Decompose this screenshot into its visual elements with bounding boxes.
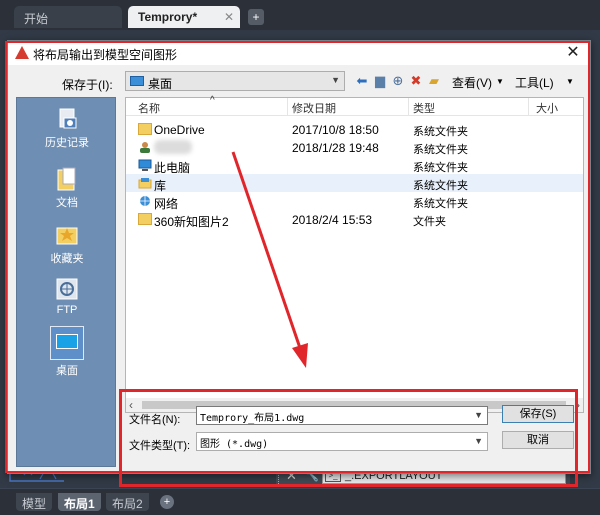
view-menu[interactable]: 查看(V): [452, 74, 492, 91]
network-icon: [138, 195, 152, 207]
file-type: 系统文件夹: [413, 198, 468, 210]
chevron-down-icon: ▼: [474, 436, 483, 446]
column-divider[interactable]: [408, 98, 409, 116]
file-row-network[interactable]: 网络 系统文件夹: [126, 192, 583, 211]
layout-tab-layout2[interactable]: 布局2: [106, 493, 149, 511]
document-tab-bar: 开始 Temprory* ✕ +: [0, 0, 600, 30]
back-icon[interactable]: ⬅: [354, 72, 370, 90]
library-icon: [138, 177, 152, 189]
column-name[interactable]: 名称: [138, 100, 160, 116]
search-web-icon[interactable]: ⊕: [390, 72, 406, 90]
file-type: 系统文件夹: [413, 126, 468, 138]
file-row-360-images[interactable]: 360新知图片2 2018/2/4 15:53 文件夹: [126, 210, 583, 229]
layout-tab-layout1[interactable]: 布局1: [58, 493, 101, 511]
column-size[interactable]: 大小: [536, 100, 558, 116]
monitor-icon: [56, 334, 78, 349]
places-bar: 历史记录 文档 收藏夹 FTP 桌面: [16, 97, 116, 467]
tab-label: Temprory*: [138, 10, 198, 24]
scroll-right-icon[interactable]: ›: [576, 398, 580, 412]
autocad-logo-icon: [15, 46, 29, 59]
history-icon: [54, 106, 80, 132]
place-label: 桌面: [56, 365, 78, 377]
layout-tab-model[interactable]: 模型: [16, 493, 53, 511]
save-in-value: 桌面: [148, 77, 173, 91]
ftp-icon: [54, 276, 80, 302]
place-ftp[interactable]: FTP: [17, 270, 117, 328]
filename-input[interactable]: Temprory_布局1.dwg ▼: [196, 406, 488, 425]
user-icon: [138, 141, 152, 153]
file-row-onedrive[interactable]: OneDrive 2017/10/8 18:50 系统文件夹: [126, 120, 583, 138]
save-in-dropdown[interactable]: 桌面 ▼: [125, 71, 345, 91]
documents-icon: [54, 166, 80, 192]
layout-tab-label: 布局1: [64, 497, 95, 511]
place-label: 收藏夹: [50, 253, 84, 265]
file-row-user[interactable]: 2018/1/28 19:48 系统文件夹: [126, 138, 583, 156]
tab-temprory[interactable]: Temprory* ✕: [128, 6, 240, 28]
delete-icon[interactable]: ✖: [408, 72, 424, 90]
chevron-down-icon[interactable]: ▼: [566, 77, 574, 86]
close-tab-icon[interactable]: ✕: [224, 10, 234, 24]
file-list-header: 名称 ^ 修改日期 类型 大小: [126, 95, 583, 116]
chevron-down-icon[interactable]: ▼: [496, 77, 504, 86]
file-row-library[interactable]: 库 系统文件夹: [126, 174, 583, 193]
tab-start[interactable]: 开始: [14, 6, 122, 28]
file-type: 系统文件夹: [413, 162, 468, 174]
layout-tab-label: 模型: [22, 497, 47, 511]
folder-icon: [138, 123, 152, 135]
column-divider[interactable]: [528, 98, 529, 116]
favorites-icon: [54, 222, 80, 248]
file-list[interactable]: 名称 ^ 修改日期 类型 大小 OneDrive 2017/10/8 18:50…: [125, 95, 584, 413]
place-label: FTP: [56, 304, 78, 316]
close-icon[interactable]: ✕: [560, 42, 586, 64]
cancel-button[interactable]: 取消: [502, 431, 574, 449]
place-favorites[interactable]: 收藏夹: [17, 216, 117, 274]
filetype-value: 图形 (*.dwg): [200, 439, 269, 450]
file-type: 系统文件夹: [413, 180, 468, 192]
export-layout-dialog: 将布局输出到模型空间图形 ✕ 保存于(I): 桌面 ▼ ⬅ ▆ ⊕ ✖ ▰ 查看…: [7, 40, 591, 474]
file-type: 文件夹: [413, 216, 446, 228]
dialog-titlebar: 将布局输出到模型空间图形 ✕: [8, 41, 590, 65]
scroll-left-icon[interactable]: ‹: [129, 398, 133, 412]
folder-icon: [138, 213, 152, 225]
column-type[interactable]: 类型: [413, 100, 435, 116]
desktop-icon: [50, 326, 84, 360]
place-desktop[interactable]: 桌面: [17, 326, 117, 384]
save-button[interactable]: 保存(S): [502, 405, 574, 423]
redacted-name: [154, 140, 192, 154]
place-documents[interactable]: 文档: [17, 160, 117, 218]
place-history[interactable]: 历史记录: [17, 100, 117, 158]
place-label: 文档: [56, 197, 78, 209]
new-layout-button[interactable]: +: [160, 495, 174, 509]
desktop-icon: [130, 76, 144, 86]
filename-label: 文件名(N):: [129, 414, 181, 426]
filetype-label: 文件类型(T):: [129, 440, 191, 452]
computer-icon: [138, 159, 152, 171]
filename-value: Temprory_布局1.dwg: [200, 413, 305, 424]
dialog-title: 将布局输出到模型空间图形: [33, 48, 178, 62]
tools-menu[interactable]: 工具(L): [515, 74, 554, 91]
new-folder-icon[interactable]: ▰: [426, 72, 442, 90]
file-type: 系统文件夹: [413, 144, 468, 156]
place-label: 历史记录: [45, 137, 89, 149]
file-name: OneDrive: [154, 123, 205, 137]
file-date: 2018/2/4 15:53: [292, 213, 373, 227]
file-date: 2017/10/8 18:50: [292, 123, 379, 137]
layout-tab-bar: 模型 布局1 布局2 +: [0, 489, 600, 515]
sort-ascending-icon: ^: [210, 95, 215, 106]
layout-tab-label: 布局2: [112, 497, 143, 511]
chevron-down-icon[interactable]: ▼: [474, 410, 483, 420]
file-name: 360新知图片2: [154, 215, 229, 229]
tab-label: 开始: [24, 12, 49, 26]
up-folder-icon[interactable]: ▆: [372, 72, 388, 90]
file-row-this-pc[interactable]: 此电脑 系统文件夹: [126, 156, 583, 175]
chevron-down-icon: ▼: [331, 75, 340, 85]
column-divider[interactable]: [287, 98, 288, 116]
new-tab-button[interactable]: +: [248, 9, 264, 25]
column-date[interactable]: 修改日期: [292, 100, 336, 116]
filetype-dropdown[interactable]: 图形 (*.dwg) ▼: [196, 432, 488, 451]
save-in-label: 保存于(I):: [62, 78, 113, 92]
file-date: 2018/1/28 19:48: [292, 141, 379, 155]
